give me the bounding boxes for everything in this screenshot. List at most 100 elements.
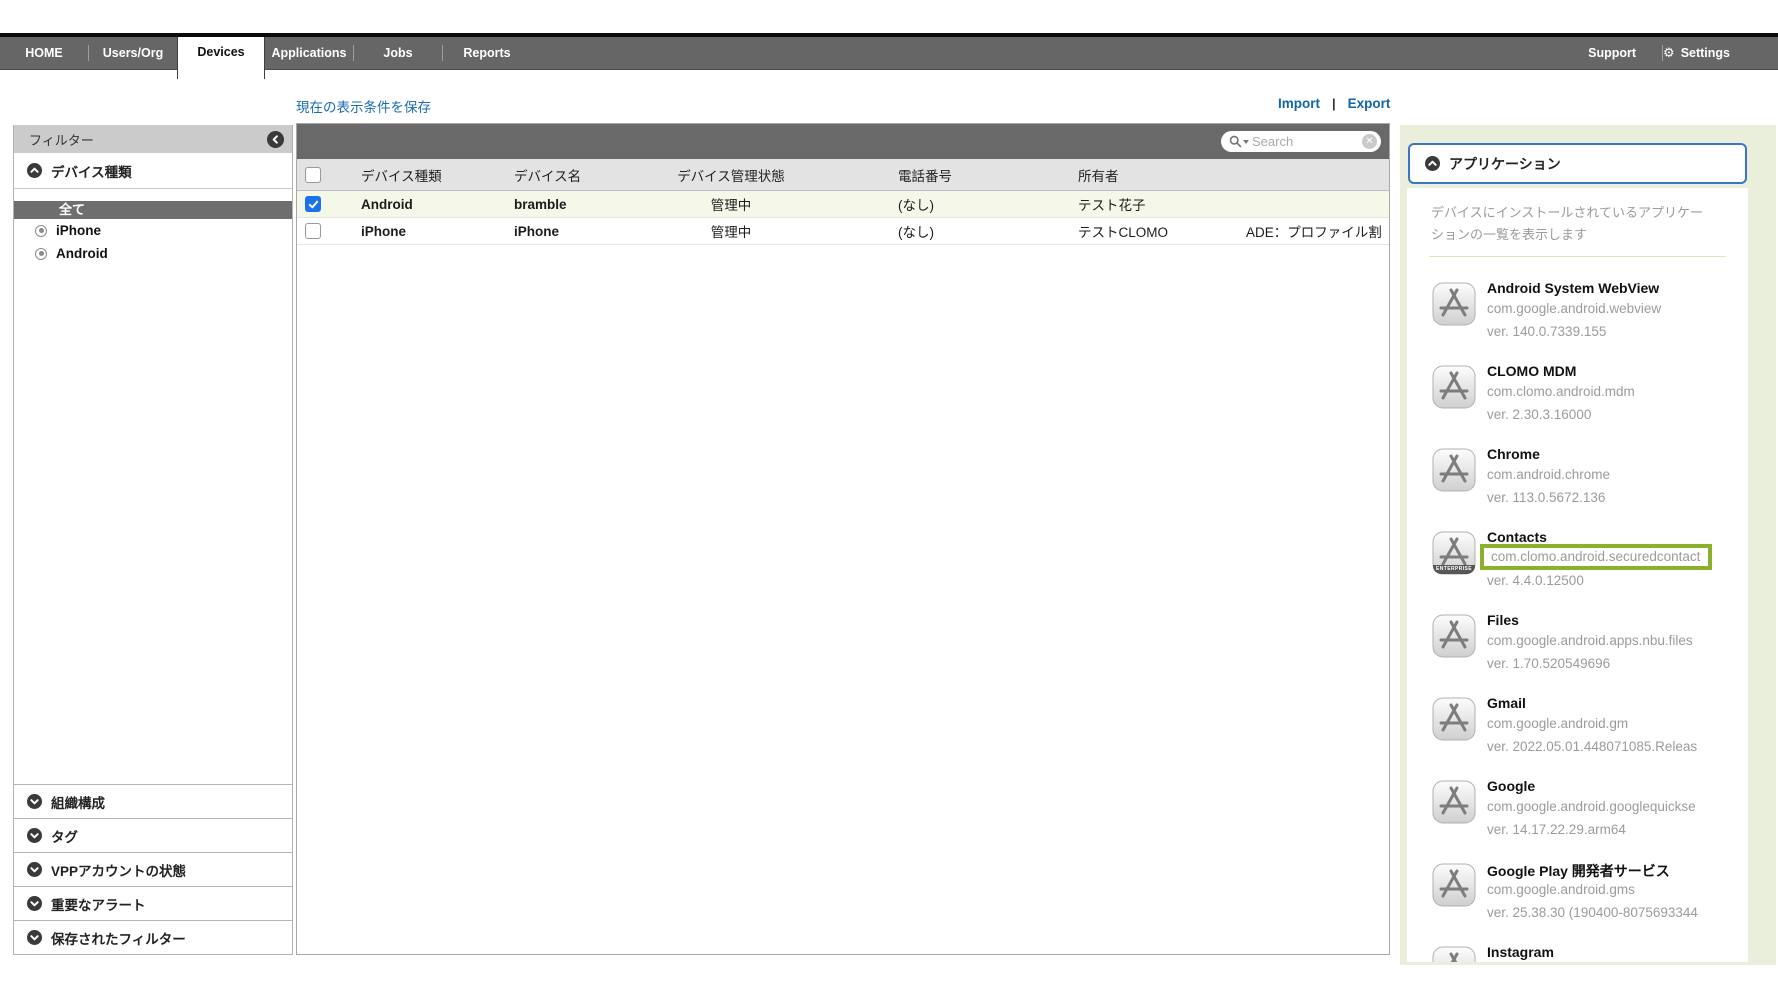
nav-reports[interactable]: Reports xyxy=(443,37,531,69)
column-header-device-name[interactable]: デバイス名 xyxy=(514,159,581,190)
filter-option-iphone[interactable]: iPhone xyxy=(14,219,292,242)
cell-device-name[interactable]: iPhone xyxy=(514,218,559,244)
app-version: ver. 140.0.7339.155 xyxy=(1487,324,1607,339)
app-store-icon xyxy=(1432,863,1476,907)
search-input[interactable] xyxy=(1252,134,1359,149)
app-store-icon xyxy=(1432,946,1476,962)
filter-section-device-type[interactable]: デバイス種類 xyxy=(14,153,292,189)
app-version: ver. 2.30.3.16000 xyxy=(1487,407,1592,422)
filter-section-label: タグ xyxy=(51,829,78,845)
app-version: ver. 25.38.30 (190400-8075693344 xyxy=(1487,905,1698,920)
save-current-view-link[interactable]: 現在の表示条件を保存 xyxy=(296,96,431,116)
app-name: Instagram xyxy=(1487,944,1554,960)
import-export-links: Import | Export xyxy=(1278,96,1390,111)
divider xyxy=(1429,256,1726,257)
search-scope-dropdown-icon[interactable] xyxy=(1243,139,1249,144)
clomo-panel-page: HOME Users/Org Devices Applications Jobs… xyxy=(0,0,1778,1000)
row-checkbox-checked[interactable] xyxy=(305,196,321,212)
applications-list: Android System WebView com.google.androi… xyxy=(1407,280,1748,962)
chevron-up-circle-icon xyxy=(27,163,42,178)
app-store-icon xyxy=(1432,697,1476,741)
nav-settings[interactable]: Settings xyxy=(1655,37,1756,69)
column-header-device-type[interactable]: デバイス種類 xyxy=(361,159,442,190)
app-name: Google xyxy=(1487,778,1536,794)
nav-devices-active-tab[interactable]: Devices xyxy=(177,36,265,79)
nav-home[interactable]: HOME xyxy=(0,37,88,69)
app-row-instagram[interactable]: Instagram xyxy=(1407,944,1748,962)
app-name: CLOMO MDM xyxy=(1487,363,1577,379)
cell-device-name[interactable]: bramble xyxy=(514,191,567,217)
chevron-down-circle-icon xyxy=(27,930,42,945)
filter-section-label: 重要なアラート xyxy=(51,897,146,913)
filter-section-critical-alerts[interactable]: 重要なアラート xyxy=(14,886,292,920)
filter-collapsed-sections: 組織構成 タグ VPPアカウントの状態 重要なアラート 保存されたフィルター xyxy=(14,784,292,954)
check-icon xyxy=(308,200,318,208)
filter-section-label: VPPアカウントの状態 xyxy=(51,863,187,879)
nav-tabs: HOME Users/Org Devices Applications Jobs… xyxy=(0,36,531,79)
select-all-checkbox[interactable] xyxy=(305,166,321,183)
app-row-google[interactable]: Google com.google.android.googlequickse … xyxy=(1407,778,1748,861)
cell-device-type: iPhone xyxy=(361,223,407,239)
app-row-contacts[interactable]: ENTERPRISE Contacts com.clomo.android.se… xyxy=(1407,529,1748,612)
app-name: Chrome xyxy=(1487,446,1540,462)
table-row-android[interactable]: Android bramble 管理中 (なし) テスト花子 xyxy=(297,191,1389,218)
app-package-highlighted: com.clomo.android.securedcontact xyxy=(1480,544,1713,570)
import-link[interactable]: Import xyxy=(1278,96,1320,111)
cell-device-type: Android xyxy=(361,196,413,212)
cell-phone: (なし) xyxy=(898,225,934,240)
filter-title: フィルター xyxy=(29,132,94,148)
app-package: com.android.chrome xyxy=(1487,467,1611,482)
search-icon[interactable] xyxy=(1229,135,1249,148)
filter-section-label: 組織構成 xyxy=(51,795,105,811)
app-name: Gmail xyxy=(1487,695,1526,711)
filter-section-vpp-status[interactable]: VPPアカウントの状態 xyxy=(14,852,292,886)
search-clear-icon[interactable]: ✕ xyxy=(1362,134,1377,149)
app-row-clomo-mdm[interactable]: CLOMO MDM com.clomo.android.mdm ver. 2.3… xyxy=(1407,363,1748,446)
filter-option-all[interactable]: 全て xyxy=(14,201,292,219)
app-store-icon xyxy=(1432,614,1476,658)
chevron-down-circle-icon xyxy=(27,862,42,877)
sidebar-collapse-button[interactable] xyxy=(267,130,284,148)
search-box: ✕ xyxy=(1221,131,1381,152)
app-row-chrome[interactable]: Chrome com.android.chrome ver. 113.0.567… xyxy=(1407,446,1748,529)
app-row-files[interactable]: Files com.google.android.apps.nbu.files … xyxy=(1407,612,1748,695)
app-version: ver. 1.70.520549696 xyxy=(1487,656,1611,671)
column-header-owner[interactable]: 所有者 xyxy=(1078,159,1119,190)
row-checkbox[interactable] xyxy=(305,223,321,239)
app-store-icon xyxy=(1432,448,1476,492)
applications-panel: アプリケーション デバイスにインストールされているアプリケー ションの一覧を表示… xyxy=(1400,125,1776,965)
column-header-management-status[interactable]: デバイス管理状態 xyxy=(661,159,801,190)
applications-panel-header[interactable]: アプリケーション xyxy=(1408,143,1747,184)
link-divider: | xyxy=(1332,96,1336,111)
app-row-google-play-services[interactable]: Google Play 開発者サービス com.google.android.g… xyxy=(1407,861,1748,944)
chevron-up-circle-icon xyxy=(1425,156,1440,171)
nav-users-org[interactable]: Users/Org xyxy=(89,37,177,69)
column-header-phone[interactable]: 電話番号 xyxy=(898,159,952,190)
app-version: ver. 4.4.0.12500 xyxy=(1487,573,1584,588)
filter-section-saved-filters[interactable]: 保存されたフィルター xyxy=(14,920,292,954)
nav-support[interactable]: Support xyxy=(1562,37,1662,69)
filter-option-label: iPhone xyxy=(56,223,102,238)
app-row-gmail[interactable]: Gmail com.google.android.gm ver. 2022.05… xyxy=(1407,695,1748,778)
device-table-header: デバイス種類 デバイス名 デバイス管理状態 電話番号 所有者 xyxy=(297,159,1389,191)
app-package: com.clomo.android.mdm xyxy=(1487,384,1635,399)
filter-option-android[interactable]: Android xyxy=(14,242,292,265)
app-name: Files xyxy=(1487,612,1519,628)
cell-note: ADE：プロファイル割 xyxy=(1246,225,1382,240)
nav-jobs[interactable]: Jobs xyxy=(354,37,442,69)
chevron-down-circle-icon xyxy=(27,896,42,911)
export-link[interactable]: Export xyxy=(1348,96,1391,111)
filter-section-organization[interactable]: 組織構成 xyxy=(14,784,292,818)
app-package: com.google.android.gms xyxy=(1487,882,1635,897)
app-store-icon xyxy=(1432,282,1476,326)
app-name: Google Play 開発者サービス xyxy=(1487,863,1670,879)
filter-section-tags[interactable]: タグ xyxy=(14,818,292,852)
nav-applications[interactable]: Applications xyxy=(265,37,353,69)
app-row-android-system-webview[interactable]: Android System WebView com.google.androi… xyxy=(1407,280,1748,363)
table-row-iphone[interactable]: iPhone iPhone 管理中 (なし) テストCLOMO ADE：プロファ… xyxy=(297,218,1389,245)
applications-list-container: デバイスにインストールされているアプリケー ションの一覧を表示します Andro… xyxy=(1407,188,1748,962)
chevron-down-circle-icon xyxy=(27,828,42,843)
cell-owner: テスト花子 xyxy=(1078,198,1146,213)
chevron-left-icon xyxy=(272,134,278,144)
app-name: Contacts xyxy=(1487,529,1547,545)
